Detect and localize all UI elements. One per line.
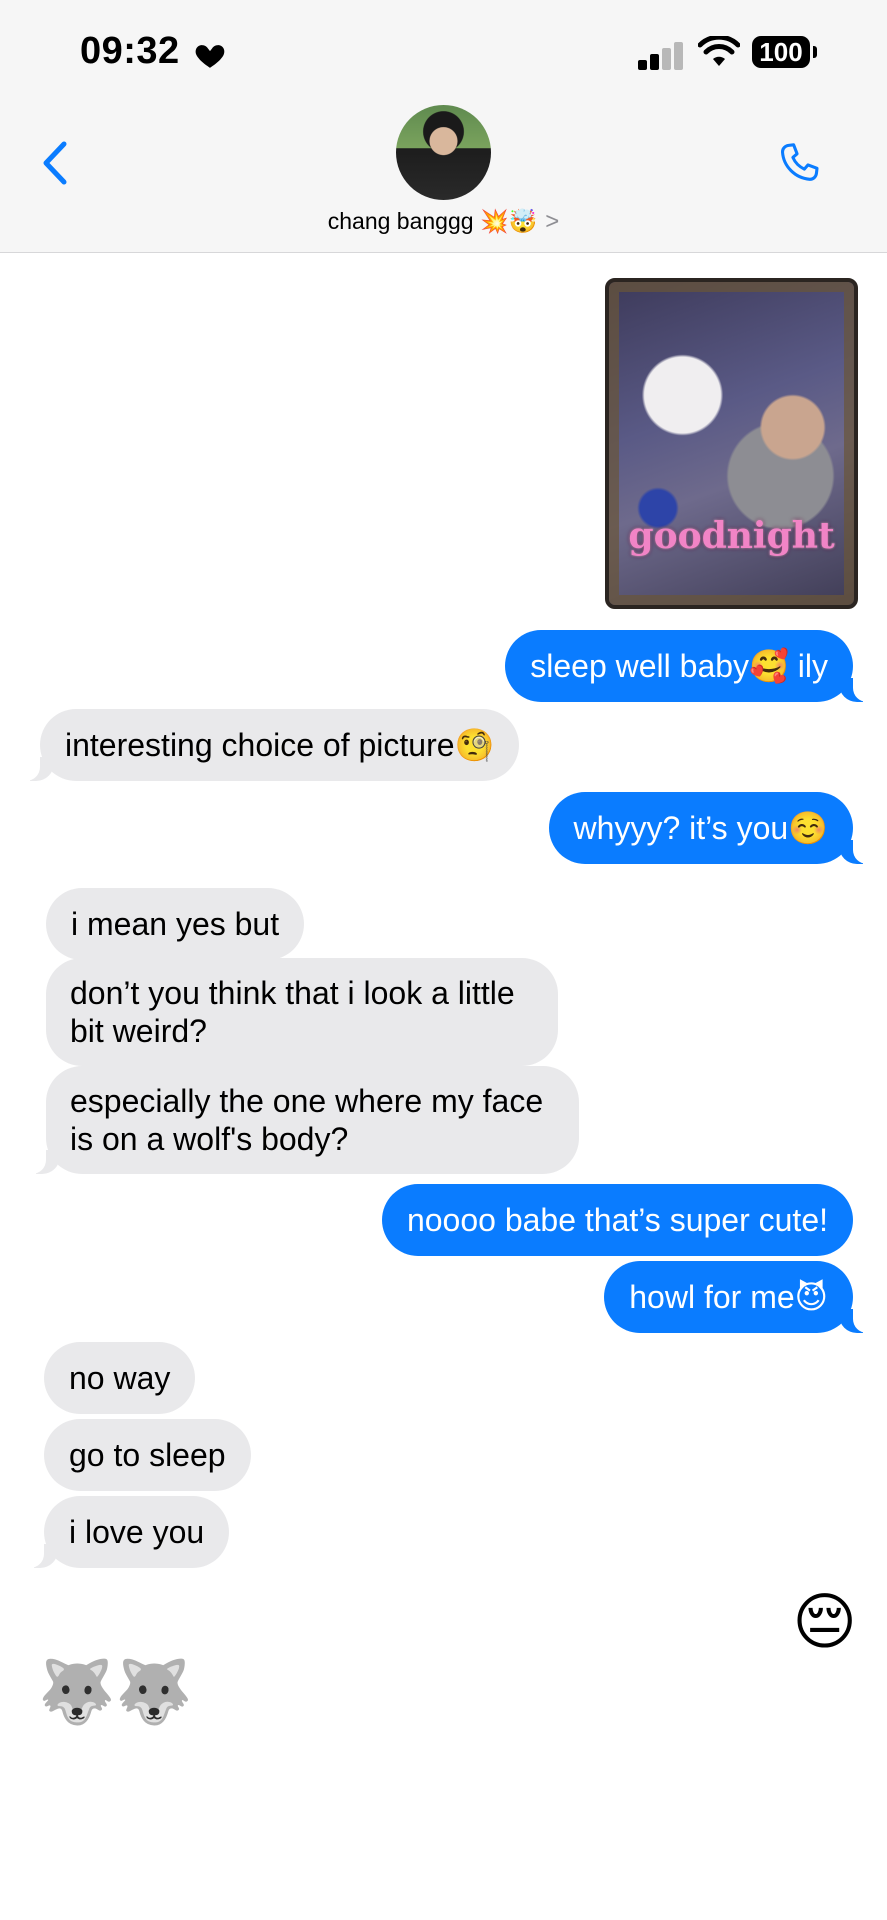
emoji-message-sent[interactable]: 😔 — [792, 1588, 857, 1658]
heart-icon — [195, 45, 225, 68]
battery-indicator: 100 — [752, 36, 810, 68]
message-bubble-sent[interactable]: howl for me😈 — [604, 1261, 879, 1333]
message-bubble-received[interactable]: i mean yes but — [46, 888, 305, 960]
phone-icon[interactable] — [776, 140, 822, 186]
photo-caption: goodnight — [628, 515, 835, 557]
contact-name: chang banggg 💥🤯 — [327, 208, 538, 234]
battery-tip — [813, 46, 817, 58]
wifi-icon — [698, 36, 740, 66]
status-time: 09:32 — [80, 30, 180, 72]
contact-avatar[interactable] — [396, 105, 491, 200]
message-bubble-received[interactable]: no way — [44, 1342, 196, 1414]
message-bubble-received[interactable]: i love you — [17, 1496, 230, 1568]
message-bubble-sent[interactable]: sleep well baby🥰 ily — [505, 630, 879, 702]
chevron-right-icon: > — [545, 208, 560, 235]
cellular-signal-icon — [638, 40, 686, 70]
conversation-header: 09:32 100 chang banggg 💥🤯 > — [0, 0, 887, 253]
message-bubble-received[interactable]: don’t you think that i look a little bit… — [46, 958, 558, 1066]
message-bubble-sent[interactable]: whyyy? it’s you☺️ — [548, 792, 880, 864]
message-bubble-received[interactable]: go to sleep — [44, 1419, 251, 1491]
message-bubble-received[interactable]: interesting choice of picture🧐 — [13, 709, 520, 781]
emoji-message-received[interactable]: 🐺🐺 — [38, 1658, 192, 1728]
message-bubble-received[interactable]: especially the one where my face is on a… — [20, 1066, 579, 1174]
back-chevron-icon[interactable] — [40, 140, 70, 186]
attached-photo[interactable]: goodnight — [605, 278, 858, 609]
contact-name-row[interactable]: chang banggg 💥🤯 > — [0, 208, 887, 236]
message-bubble-sent[interactable]: noooo babe that’s super cute! — [381, 1184, 853, 1256]
